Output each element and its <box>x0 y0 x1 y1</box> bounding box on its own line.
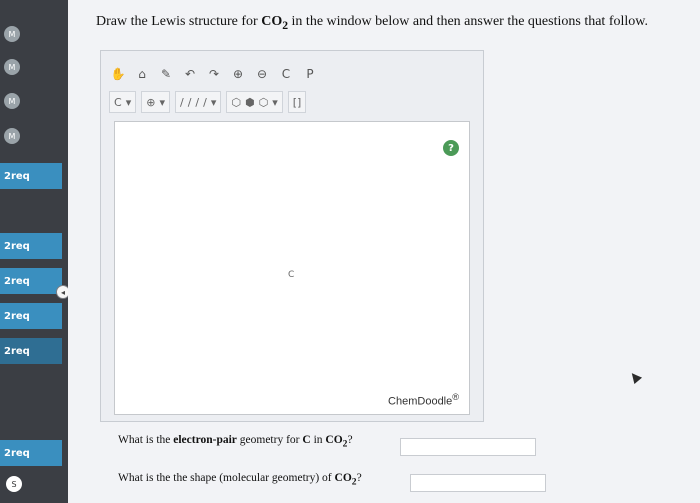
editor-toolbar-secondary: C ▾ ⊕ ▾ / / / / ▾ ⬡ ⬢ ⬡ ▾ [] <box>109 89 307 115</box>
sidebar-item-label: 2req <box>4 275 30 287</box>
chevron-down-icon: ▾ <box>125 95 132 109</box>
redo-icon[interactable]: ↷ <box>205 65 223 83</box>
chevron-down-icon: ▾ <box>159 95 165 109</box>
help-icon[interactable]: ? <box>443 140 459 156</box>
bracket-tool[interactable]: [] <box>287 91 307 113</box>
drawing-canvas[interactable]: ? C ChemDoodle® <box>114 121 470 415</box>
ring-icon[interactable]: ⬡ <box>259 96 269 109</box>
brand-label: ChemDoodle® <box>388 392 459 408</box>
clear-icon[interactable]: ⌂ <box>133 65 151 83</box>
hand-icon[interactable]: ✋ <box>109 65 127 83</box>
status-badge[interactable]: M <box>4 59 20 75</box>
single-bond-icon[interactable]: / <box>180 96 184 109</box>
sidebar: M M M M 2req 2req 2req 2req 2req 2req S <box>0 0 68 503</box>
answer-input-molecular-geometry[interactable] <box>410 474 546 492</box>
paste-icon[interactable]: P <box>301 65 319 83</box>
triple-bond-icon[interactable]: / <box>195 96 199 109</box>
sidebar-item-req[interactable]: 2req <box>0 268 62 294</box>
double-bond-icon[interactable]: / <box>188 96 192 109</box>
sidebar-item-label: 2req <box>4 447 30 459</box>
question-molecular-geometry: What is the the shape (molecular geometr… <box>118 472 362 488</box>
sidebar-item-label: 2req <box>4 170 30 182</box>
sidebar-item-label: 2req <box>4 310 30 322</box>
status-badge[interactable]: M <box>4 128 20 144</box>
answer-input-electron-geometry[interactable] <box>400 438 536 456</box>
sidebar-item-req[interactable]: 2req <box>0 338 62 364</box>
copy-icon[interactable]: C <box>277 65 295 83</box>
chemdoodle-editor: ✋ ⌂ ✎ ↶ ↷ ⊕ ⊖ C P C ▾ ⊕ ▾ / / / / ▾ ⬡ ⬢ ⬡ … <box>100 50 484 422</box>
bottom-icon[interactable]: S <box>6 476 22 492</box>
bond-tools[interactable]: / / / / ▾ <box>174 91 222 113</box>
zoom-in-icon[interactable]: ⊕ <box>229 65 247 83</box>
chevron-down-icon: ▾ <box>210 95 217 109</box>
question-electron-pair-geometry: What is the electron-pair geometry for C… <box>118 434 353 450</box>
ring-icon[interactable]: ⬢ <box>245 96 255 109</box>
sidebar-item-req[interactable]: 2req <box>0 233 62 259</box>
status-badge[interactable]: M <box>4 26 20 42</box>
editor-toolbar-primary: ✋ ⌂ ✎ ↶ ↷ ⊕ ⊖ C P <box>109 59 319 89</box>
sidebar-item-req[interactable]: 2req <box>0 303 62 329</box>
zoom-out-icon[interactable]: ⊖ <box>253 65 271 83</box>
sidebar-item-req[interactable]: 2req <box>0 440 62 466</box>
sidebar-item-req[interactable]: 2req <box>0 163 62 189</box>
status-badge[interactable]: M <box>4 93 20 109</box>
sidebar-item-label: 2req <box>4 240 30 252</box>
chevron-down-icon: ▾ <box>272 95 278 109</box>
charge-select[interactable]: ⊕ ▾ <box>141 91 170 113</box>
undo-icon[interactable]: ↶ <box>181 65 199 83</box>
sidebar-item-label: 2req <box>4 345 30 357</box>
wedge-bond-icon[interactable]: / <box>203 96 207 109</box>
atom-select[interactable]: C ▾ <box>109 91 137 113</box>
ring-icon[interactable]: ⬡ <box>231 96 241 109</box>
eraser-icon[interactable]: ✎ <box>157 65 175 83</box>
question-title: Draw the Lewis structure for CO2 in the … <box>96 14 648 32</box>
carbon-atom-label[interactable]: C <box>288 270 294 280</box>
ring-tools[interactable]: ⬡ ⬢ ⬡ ▾ <box>226 91 283 113</box>
